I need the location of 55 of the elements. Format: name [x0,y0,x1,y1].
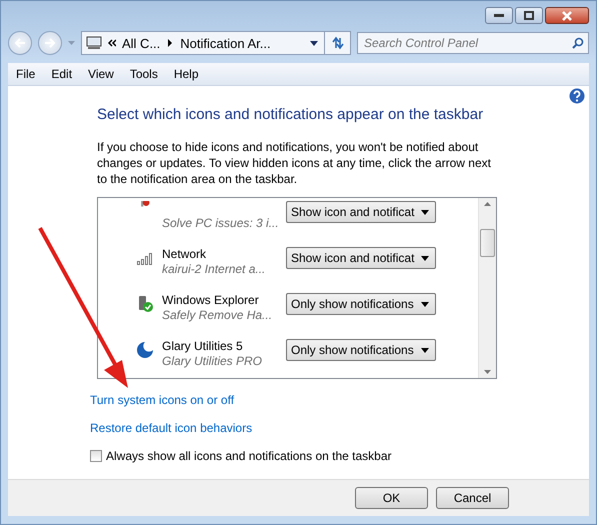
checkbox[interactable] [90,450,102,462]
scroll-down-icon[interactable] [484,370,491,374]
usb-drive-icon [136,295,154,313]
caret-icon [421,302,429,306]
icon-description: Safely Remove Ha... [162,308,274,322]
icon-name: Glary Utilities 5 [162,339,244,353]
crescent-icon [136,341,154,359]
behavior-dropdown[interactable]: Show icon and notificat [286,247,436,269]
caret-icon [421,348,429,352]
scroll-up-icon[interactable] [484,202,491,206]
search-field[interactable]: Search Control Panel [357,32,589,54]
description-text: If you choose to hide icons and notifications, you won't be notified about changes or updates. To view hidden icons at any time, click the arrow next to the notification area on the taskbar. [97,139,492,187]
behavior-dropdown[interactable]: Only show notifications [286,293,436,315]
address-bar[interactable]: All C... Notification Ar... [81,31,351,55]
minimize-button[interactable] [485,7,513,24]
caret-icon [421,210,429,214]
dialog-button[interactable]: Cancel [436,487,509,509]
chevron-icon [166,39,174,47]
page-heading: Select which icons and notifications appear on the taskbar [97,106,484,123]
menu-item[interactable]: View [80,67,122,81]
forward-arrow-icon [44,38,56,48]
behavior-dropdown[interactable]: Only show notifications [286,339,436,361]
forward-button[interactable] [38,31,62,55]
link[interactable]: Turn system icons on or off [90,393,234,407]
breadcrumb[interactable]: All C... [122,36,160,50]
back-button[interactable] [8,31,32,55]
icon-description: Solve PC issues: 3 i... [162,216,280,230]
breadcrumb[interactable]: Notification Ar... [180,36,271,50]
double-chevron-icon [108,39,116,47]
menu-item[interactable]: File [8,67,44,81]
help-icon[interactable] [569,88,585,104]
refresh-icon [330,36,344,50]
behavior-dropdown[interactable]: Show icon and notificat [286,201,436,223]
search-icon[interactable] [572,37,584,49]
back-arrow-icon [14,38,26,48]
menu-item[interactable]: Edit [43,67,80,81]
maximize-icon [524,11,534,20]
icon-description: Glary Utilities PRO [162,354,264,368]
icon-name: Windows Explorer [162,293,260,307]
close-button[interactable] [545,7,589,24]
menu-item[interactable]: Tools [122,67,166,81]
checkbox-label: Always show all icons and notifications on the taskbar [106,449,392,463]
minimize-icon [494,14,504,18]
icon-description: kairui-2 Internet a... [162,262,266,276]
caret-icon [421,256,429,260]
maximize-button[interactable] [515,7,543,24]
scrollbar[interactable] [478,198,496,378]
dialog-button[interactable]: OK [355,487,428,509]
dropdown-caret-icon[interactable] [310,40,318,46]
scroll-thumb[interactable] [480,229,495,257]
menu-item[interactable]: Help [166,67,207,81]
computer-icon [86,36,102,50]
link[interactable]: Restore default icon behaviors [90,421,252,435]
close-icon [561,10,573,20]
icon-name: Network [162,247,208,261]
